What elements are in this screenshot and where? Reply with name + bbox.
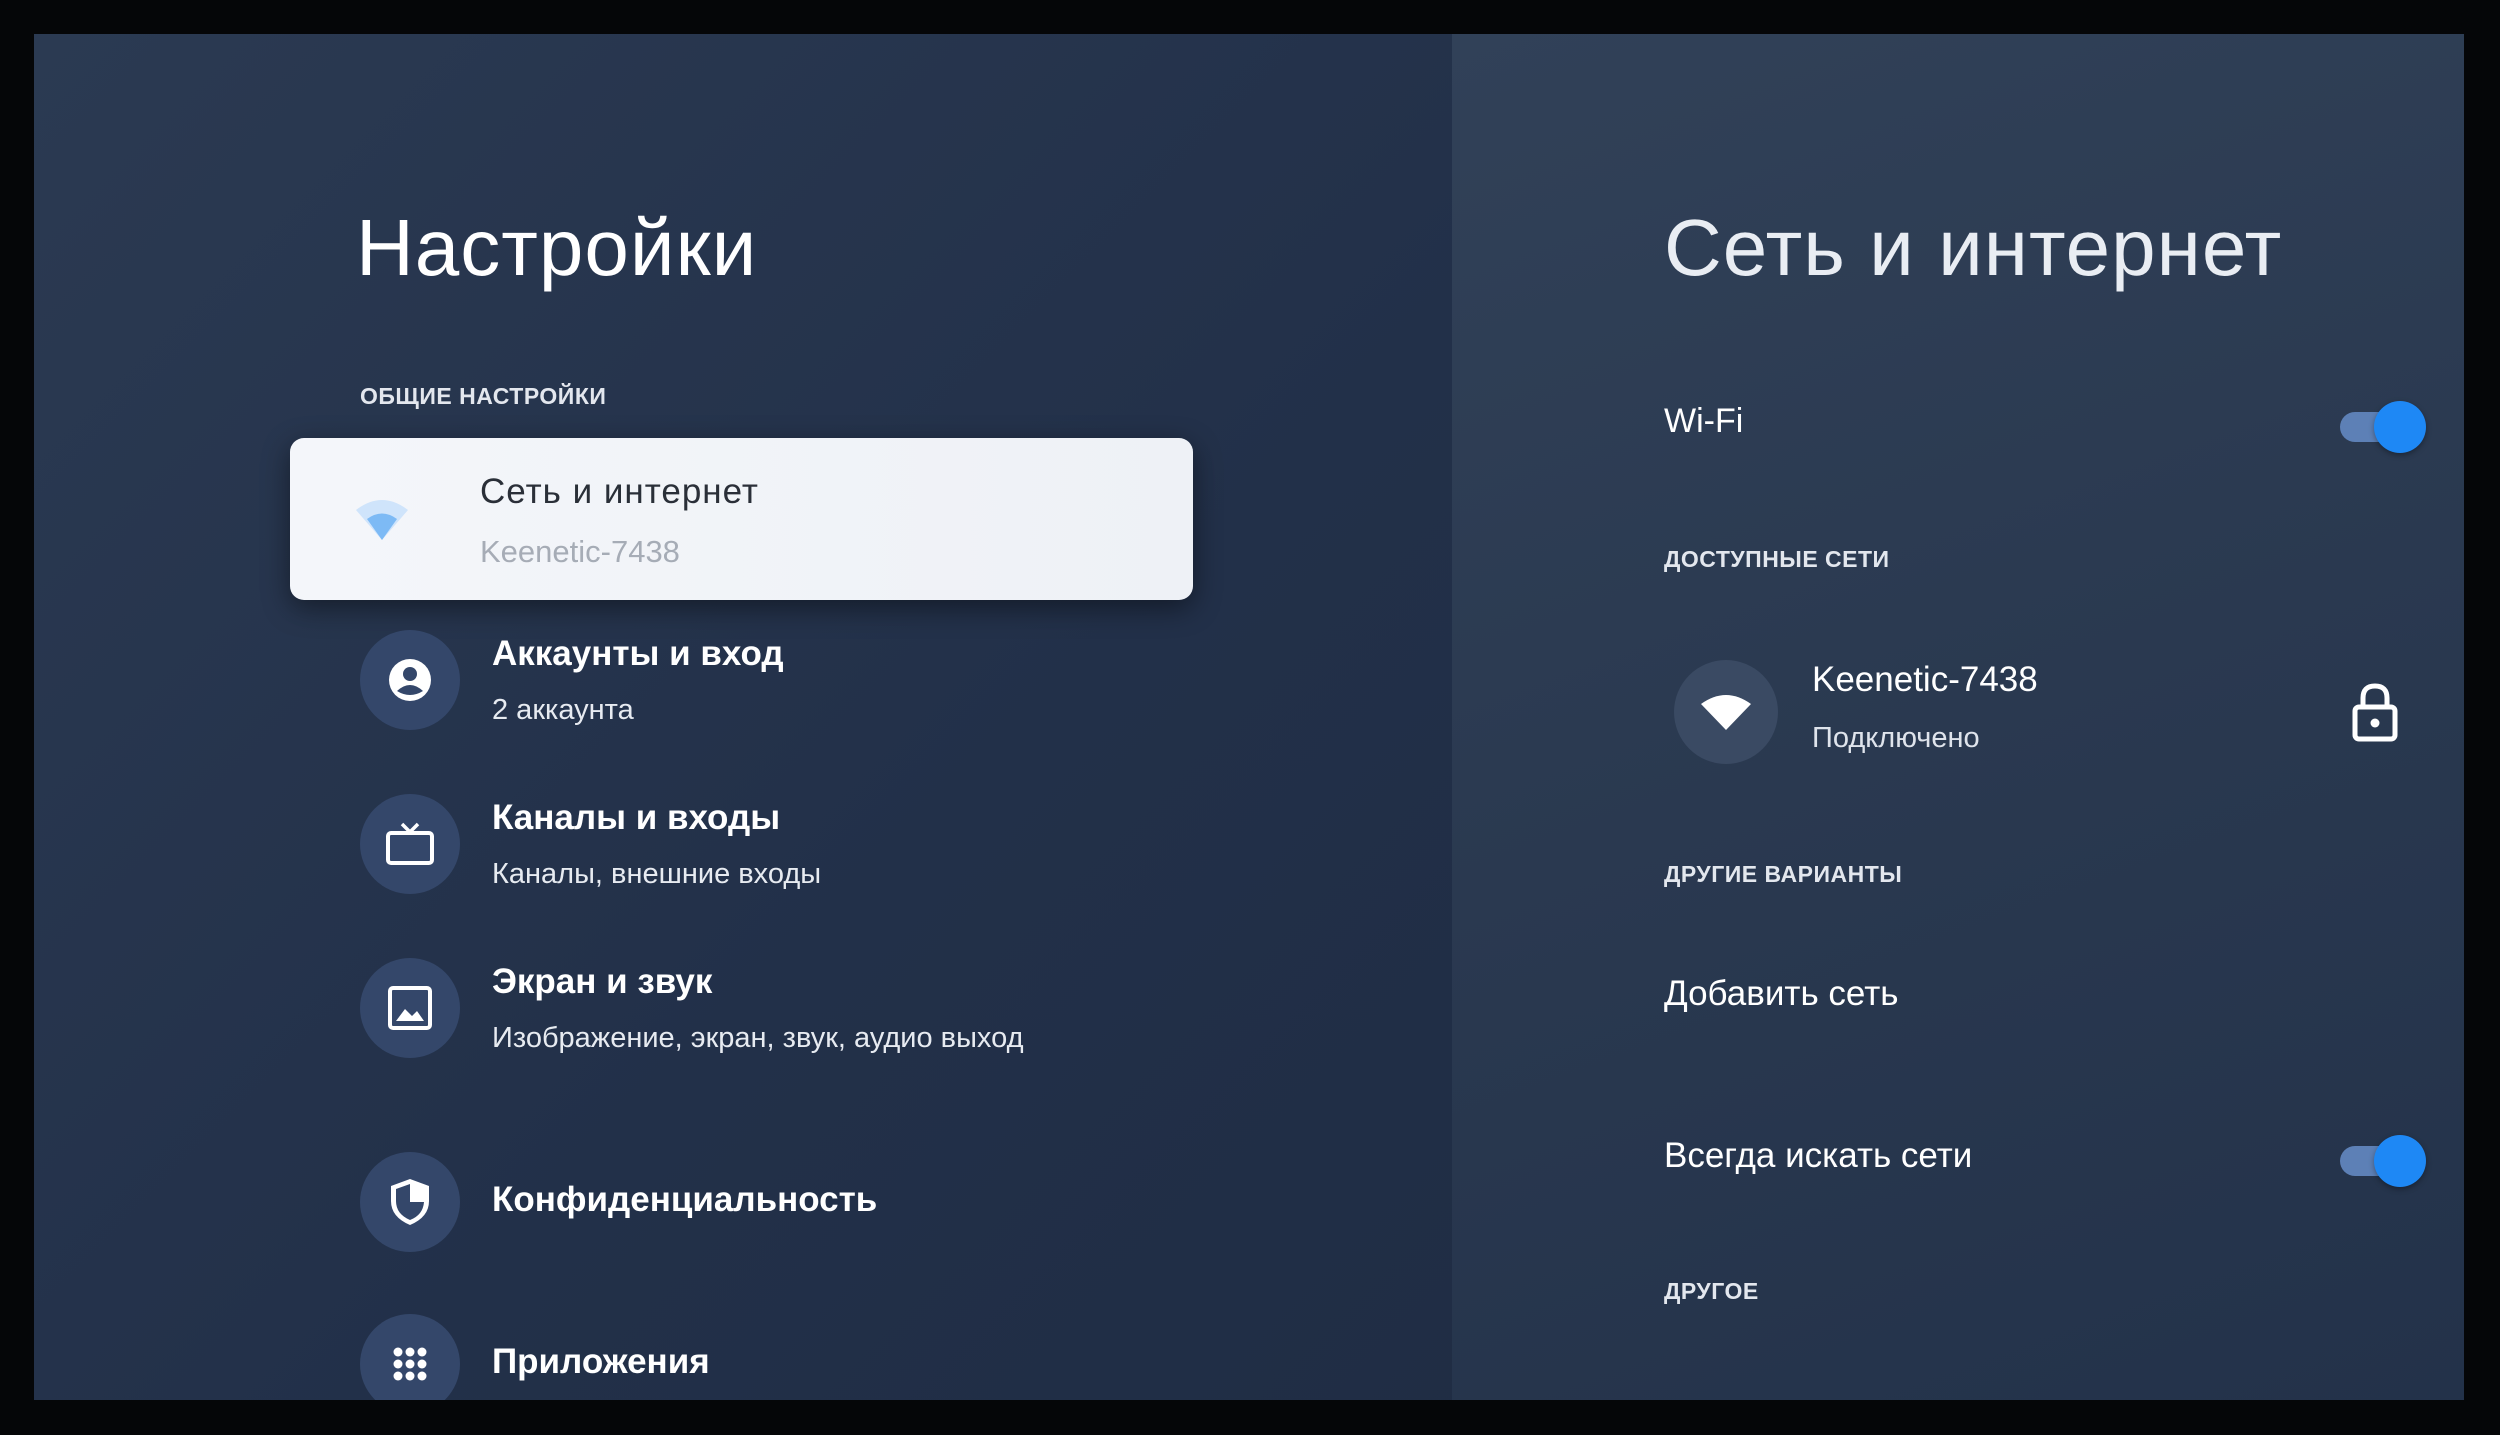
section-other: ДРУГОЕ [1664,1278,1759,1304]
wifi-icon [352,488,412,548]
network-pane: Сеть и интернет Wi-Fi ДОСТУПНЫЕ СЕТИ Kee… [1452,34,2464,1400]
network-title: Сеть и интернет [1664,203,2283,292]
network-name: Keenetic-7438 [1812,660,2038,699]
section-general: ОБЩИЕ НАСТРОЙКИ [360,383,607,409]
menu-item-label: Экран и звук [492,962,713,1001]
menu-item-label: Приложения [492,1342,710,1381]
menu-item-display-sound[interactable]: Экран и звук Изображение, экран, звук, а… [360,958,1260,1068]
wifi-signal-icon [1674,660,1778,764]
settings-title: Настройки [356,203,758,292]
menu-item-sub: 2 аккаунта [492,694,634,726]
menu-item-label: Сеть и интернет [480,472,759,511]
wifi-toggle[interactable] [2340,398,2426,454]
menu-item-sub: Изображение, экран, звук, аудио выход [492,1022,1024,1054]
menu-item-channels[interactable]: Каналы и входы Каналы, внешние входы [360,794,1260,904]
tv-screen: Настройки ОБЩИЕ НАСТРОЙКИ Сеть и интерне… [34,34,2464,1400]
account-icon [360,630,460,730]
wifi-label: Wi-Fi [1664,402,1744,440]
network-status: Подключено [1812,722,1980,754]
menu-item-label: Аккаунты и вход [492,634,784,673]
settings-pane: Настройки ОБЩИЕ НАСТРОЙКИ Сеть и интерне… [34,34,1452,1400]
menu-item-label: Конфиденциальность [492,1180,878,1219]
always-scan-toggle[interactable] [2340,1132,2426,1188]
apps-grid-icon [360,1314,460,1400]
shield-icon [360,1152,460,1252]
tv-icon [360,794,460,894]
section-other-options: ДРУГИЕ ВАРИАНТЫ [1664,861,1903,887]
menu-item-sub: Keenetic-7438 [480,534,680,569]
always-scan-label: Всегда искать сети [1664,1136,1973,1175]
add-network-button[interactable]: Добавить сеть [1664,974,1898,1014]
section-available-networks: ДОСТУПНЫЕ СЕТИ [1664,546,1890,572]
menu-item-privacy[interactable]: Конфиденциальность [360,1152,1260,1262]
menu-item-accounts[interactable]: Аккаунты и вход 2 аккаунта [360,630,1260,740]
menu-item-sub: Каналы, внешние входы [492,858,822,890]
image-icon [360,958,460,1058]
lock-icon [2350,682,2400,747]
menu-item-label: Каналы и входы [492,798,781,837]
menu-item-apps[interactable]: Приложения [360,1314,1260,1400]
menu-item-network[interactable]: Сеть и интернет Keenetic-7438 [290,438,1193,600]
